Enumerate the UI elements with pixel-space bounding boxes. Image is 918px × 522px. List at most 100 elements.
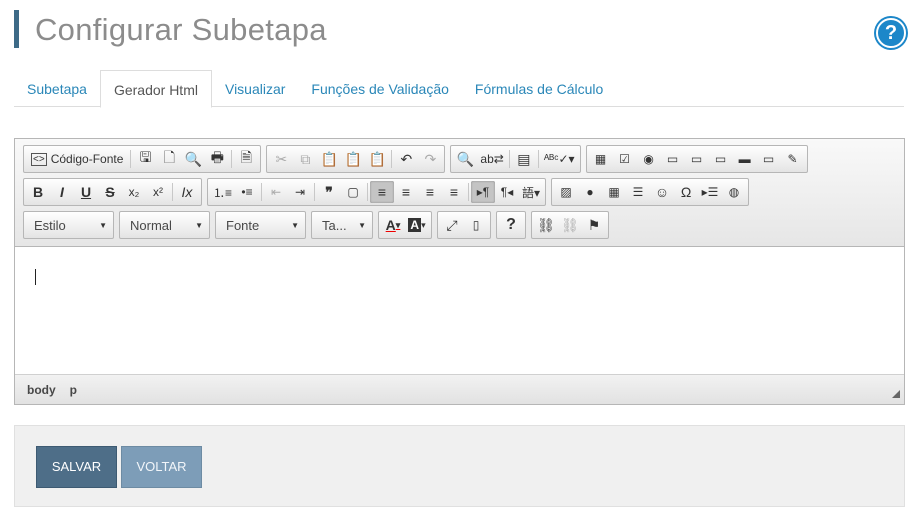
radio-icon[interactable]: ◉ bbox=[637, 148, 661, 170]
bg-color-label: A bbox=[408, 218, 422, 232]
tab-bar: Subetapa Gerador Html Visualizar Funções… bbox=[14, 70, 904, 108]
page-header: Configurar Subetapa ? bbox=[14, 10, 906, 50]
toolbar-group-forms: ▦ ☑ ◉ ▭ ▭ ▭ ▬ ▭ ✎ bbox=[585, 145, 808, 173]
toolbar-group-clipboard: ✂ ⧉ 📋 📋 📋 ↶ ↷ bbox=[266, 145, 446, 173]
indent-icon[interactable]: ⇥ bbox=[288, 181, 312, 203]
bg-color-button[interactable]: A ▾ bbox=[405, 214, 429, 236]
page-title: Configurar Subetapa bbox=[35, 12, 327, 47]
anchor-flag-icon[interactable]: ⚑ bbox=[582, 214, 606, 236]
unlink-icon[interactable]: ⛓ bbox=[558, 214, 582, 236]
remove-format-icon[interactable]: Ix bbox=[175, 181, 199, 203]
paste-icon[interactable]: 📋 bbox=[317, 148, 341, 170]
special-char-icon[interactable]: Ω bbox=[674, 181, 698, 203]
style-combo[interactable]: Estilo ▼ bbox=[23, 211, 114, 239]
chevron-down-icon: ▼ bbox=[358, 220, 366, 230]
paste-word-icon[interactable]: 📋 bbox=[365, 148, 389, 170]
tab-formulas-calculo[interactable]: Fórmulas de Cálculo bbox=[462, 70, 616, 107]
toolbar-group-document: <> Código-Fonte 🖫 🗋 🔍 🖶 🗎 bbox=[23, 145, 262, 173]
redo-icon[interactable]: ↷ bbox=[418, 148, 442, 170]
undo-icon[interactable]: ↶ bbox=[394, 148, 418, 170]
print-icon[interactable]: 🖶 bbox=[205, 148, 229, 170]
toolbar-group-colors: A ▾ A ▾ bbox=[378, 211, 432, 239]
size-combo-value: Ta... bbox=[322, 217, 347, 233]
find-icon[interactable]: 🔍 bbox=[453, 148, 477, 170]
text-field-icon[interactable]: ▭ bbox=[661, 148, 685, 170]
replace-icon[interactable]: ab⇄ bbox=[477, 148, 506, 170]
format-combo[interactable]: Normal ▼ bbox=[119, 211, 210, 239]
align-center-icon[interactable]: ≡ bbox=[394, 181, 418, 203]
templates-icon[interactable]: 🗎 bbox=[234, 148, 258, 170]
tab-visualizar[interactable]: Visualizar bbox=[212, 70, 298, 107]
cut-icon[interactable]: ✂ bbox=[269, 148, 293, 170]
link-icon[interactable]: ⛓ bbox=[534, 214, 558, 236]
blockquote-icon[interactable]: ❞ bbox=[317, 181, 341, 203]
preview-icon[interactable]: 🔍 bbox=[181, 148, 205, 170]
element-path-body[interactable]: body bbox=[27, 383, 56, 397]
separator bbox=[391, 150, 393, 168]
language-icon[interactable]: 語▾ bbox=[519, 181, 543, 203]
text-direction-ltr-icon[interactable]: ▸¶ bbox=[471, 181, 496, 203]
button-field-icon[interactable]: ▬ bbox=[733, 148, 757, 170]
align-justify-icon[interactable]: ≡ bbox=[442, 181, 466, 203]
separator bbox=[130, 150, 132, 168]
maximize-icon[interactable]: ⤢ bbox=[440, 214, 464, 236]
superscript-icon[interactable]: x² bbox=[146, 181, 170, 203]
tab-funcoes-validacao[interactable]: Funções de Validação bbox=[298, 70, 462, 107]
image-icon[interactable]: ▨ bbox=[554, 181, 578, 203]
numbered-list-icon[interactable]: ⒈≡ bbox=[210, 181, 235, 203]
subscript-icon[interactable]: x₂ bbox=[122, 181, 146, 203]
hidden-field-icon[interactable]: ✎ bbox=[781, 148, 805, 170]
underline-button[interactable]: U bbox=[74, 181, 98, 203]
tab-subetapa[interactable]: Subetapa bbox=[14, 70, 100, 107]
outdent-icon[interactable]: ⇤ bbox=[264, 181, 288, 203]
font-combo[interactable]: Fonte ▼ bbox=[215, 211, 306, 239]
spellcheck-icon[interactable]: ᴬᴮᶜ✓▾ bbox=[541, 148, 578, 170]
font-combo-value: Fonte bbox=[226, 217, 260, 233]
bullet-list-icon[interactable]: •≡ bbox=[235, 181, 259, 203]
toolbar-group-paragraph: ⒈≡ •≡ ⇤ ⇥ ❞ ▢ ≡ ≡ ≡ ≡ ▸¶ ¶◂ 語▾ bbox=[207, 178, 547, 206]
bold-button[interactable]: B bbox=[26, 181, 50, 203]
editor-content-area[interactable] bbox=[15, 247, 904, 375]
chevron-down-icon: ▼ bbox=[291, 220, 299, 230]
page-break-icon[interactable]: ▸☰ bbox=[698, 181, 722, 203]
separator bbox=[367, 183, 369, 201]
copy-icon[interactable]: ⧉ bbox=[293, 148, 317, 170]
help-button[interactable]: ? bbox=[499, 214, 523, 236]
select-field-icon[interactable]: ▭ bbox=[709, 148, 733, 170]
show-blocks-icon[interactable]: ▯ bbox=[464, 214, 488, 236]
action-panel: SALVAR VOLTAR bbox=[14, 425, 905, 507]
select-all-icon[interactable]: ▤ bbox=[512, 148, 536, 170]
text-color-button[interactable]: A ▾ bbox=[381, 214, 405, 236]
source-button[interactable]: <> Código-Fonte bbox=[26, 148, 128, 170]
smiley-icon[interactable]: ☺ bbox=[650, 181, 674, 203]
checkbox-icon[interactable]: ☑ bbox=[613, 148, 637, 170]
style-combo-value: Estilo bbox=[34, 217, 66, 233]
paste-text-icon[interactable]: 📋 bbox=[341, 148, 365, 170]
text-color-label: A bbox=[385, 217, 396, 233]
chevron-down-icon: ▾ bbox=[395, 219, 401, 230]
html-editor: <> Código-Fonte 🖫 🗋 🔍 🖶 🗎 ✂ ⧉ 📋 📋 📋 ↶ ↷ … bbox=[14, 138, 905, 405]
save-button[interactable]: SALVAR bbox=[36, 446, 117, 488]
size-combo[interactable]: Ta... ▼ bbox=[311, 211, 373, 239]
save-icon[interactable]: 🖫 bbox=[133, 148, 157, 170]
textarea-icon[interactable]: ▭ bbox=[685, 148, 709, 170]
element-path-p[interactable]: p bbox=[70, 383, 77, 397]
italic-button[interactable]: I bbox=[50, 181, 74, 203]
div-container-icon[interactable]: ▢ bbox=[341, 181, 365, 203]
form-icon[interactable]: ▦ bbox=[589, 148, 613, 170]
new-page-icon[interactable]: 🗋 bbox=[157, 148, 181, 170]
help-icon[interactable]: ? bbox=[876, 18, 906, 48]
toolbar-row-1: <> Código-Fonte 🖫 🗋 🔍 🖶 🗎 ✂ ⧉ 📋 📋 📋 ↶ ↷ … bbox=[23, 145, 808, 173]
back-button[interactable]: VOLTAR bbox=[121, 446, 202, 488]
horizontal-rule-icon[interactable]: ☰ bbox=[626, 181, 650, 203]
resize-handle-icon[interactable] bbox=[892, 390, 900, 398]
image-button-icon[interactable]: ▭ bbox=[757, 148, 781, 170]
flash-icon[interactable]: ● bbox=[578, 181, 602, 203]
strike-button[interactable]: S bbox=[98, 181, 122, 203]
tab-gerador-html[interactable]: Gerador Html bbox=[99, 70, 212, 108]
table-icon[interactable]: ▦ bbox=[602, 181, 626, 203]
text-direction-rtl-icon[interactable]: ¶◂ bbox=[495, 181, 519, 203]
iframe-icon[interactable]: ◍ bbox=[722, 181, 746, 203]
align-left-icon[interactable]: ≡ bbox=[370, 181, 395, 203]
align-right-icon[interactable]: ≡ bbox=[418, 181, 442, 203]
